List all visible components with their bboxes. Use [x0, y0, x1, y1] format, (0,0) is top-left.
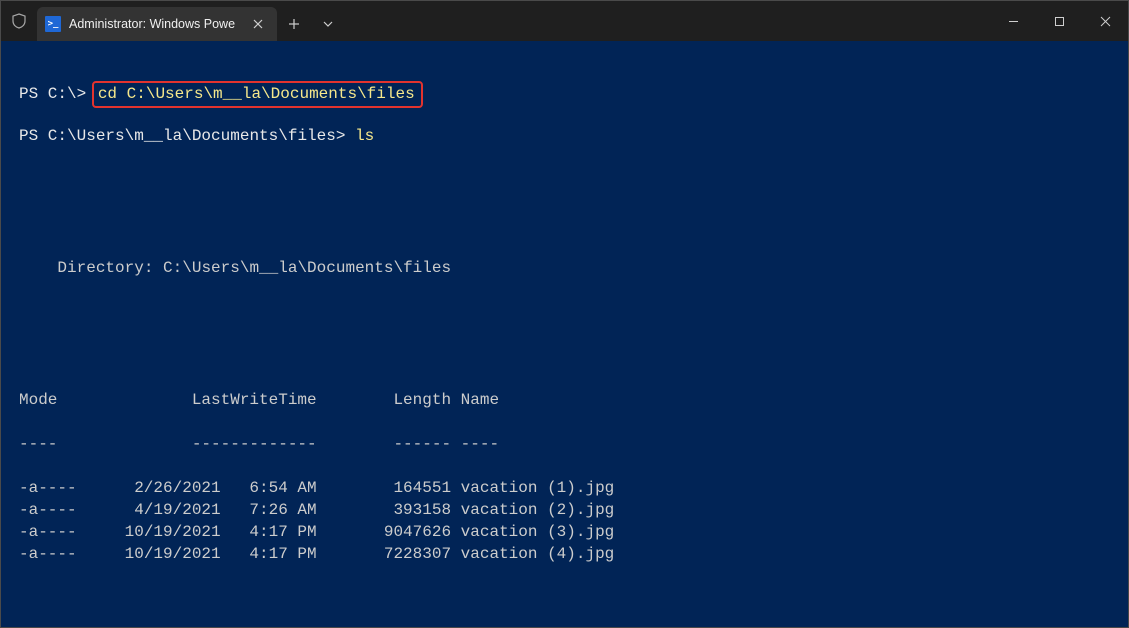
- cell-length: 393158: [317, 499, 451, 521]
- table-row: -a----2/26/20216:54 AM164551vacation (1)…: [19, 477, 1128, 499]
- prompt-text: PS C:\>: [19, 85, 86, 103]
- cell-time: 6:54 AM: [221, 477, 317, 499]
- directory-line: Directory: C:\Users\m__la\Documents\file…: [19, 257, 1128, 279]
- table-row: -a----10/19/20214:17 PM9047626vacation (…: [19, 521, 1128, 543]
- cell-time: 4:17 PM: [221, 543, 317, 565]
- terminal-window: >_ Administrator: Windows Powe PS C:\> c…: [0, 0, 1129, 628]
- cell-date: 10/19/2021: [86, 543, 220, 565]
- close-window-button[interactable]: [1082, 1, 1128, 41]
- cell-date: 2/26/2021: [86, 477, 220, 499]
- minimize-button[interactable]: [990, 1, 1036, 41]
- cell-mode: -a----: [19, 477, 86, 499]
- cell-length: 164551: [317, 477, 451, 499]
- header-mode: Mode: [19, 389, 86, 411]
- maximize-button[interactable]: [1036, 1, 1082, 41]
- cell-mode: -a----: [19, 499, 86, 521]
- cell-time: 7:26 AM: [221, 499, 317, 521]
- table-separator: ---------------------------: [19, 433, 1128, 455]
- window-controls: [990, 1, 1128, 41]
- cell-name: vacation (2).jpg: [451, 499, 614, 521]
- terminal-body[interactable]: PS C:\> cd C:\Users\m__la\Documents\file…: [1, 41, 1128, 627]
- command-text: ls: [355, 127, 374, 145]
- table-header: ModeLastWriteTimeLengthName: [19, 389, 1128, 411]
- close-tab-button[interactable]: [249, 15, 267, 33]
- powershell-icon: >_: [45, 16, 61, 32]
- cell-date: 10/19/2021: [86, 521, 220, 543]
- new-tab-button[interactable]: [277, 7, 311, 41]
- cell-length: 9047626: [317, 521, 451, 543]
- directory-label: Directory:: [19, 259, 163, 277]
- prompt-text: PS C:\Users\m__la\Documents\files>: [19, 127, 345, 145]
- titlebar-drag-area[interactable]: [345, 1, 990, 41]
- cell-mode: -a----: [19, 521, 86, 543]
- cell-length: 7228307: [317, 543, 451, 565]
- titlebar: >_ Administrator: Windows Powe: [1, 1, 1128, 41]
- tab-dropdown-button[interactable]: [311, 7, 345, 41]
- cell-date: 4/19/2021: [86, 499, 220, 521]
- table-row: -a----4/19/20217:26 AM393158vacation (2)…: [19, 499, 1128, 521]
- cell-mode: -a----: [19, 543, 86, 565]
- header-lastwritetime: LastWriteTime: [86, 389, 316, 411]
- prompt-line-2: PS C:\Users\m__la\Documents\files> ls: [19, 125, 1128, 147]
- directory-path: C:\Users\m__la\Documents\files: [163, 259, 451, 277]
- command-text: cd C:\Users\m__la\Documents\files: [98, 85, 415, 103]
- cell-name: vacation (3).jpg: [451, 521, 614, 543]
- prompt-line-1: PS C:\> cd C:\Users\m__la\Documents\file…: [19, 81, 1128, 103]
- shield-icon: [1, 1, 37, 41]
- tab-powershell[interactable]: >_ Administrator: Windows Powe: [37, 7, 277, 41]
- cell-time: 4:17 PM: [221, 521, 317, 543]
- cell-name: vacation (1).jpg: [451, 477, 614, 499]
- highlighted-command: cd C:\Users\m__la\Documents\files: [92, 81, 423, 108]
- header-name: Name: [451, 389, 499, 411]
- table-row: -a----10/19/20214:17 PM7228307vacation (…: [19, 543, 1128, 565]
- header-length: Length: [317, 389, 451, 411]
- cell-name: vacation (4).jpg: [451, 543, 614, 565]
- tab-title: Administrator: Windows Powe: [69, 17, 241, 31]
